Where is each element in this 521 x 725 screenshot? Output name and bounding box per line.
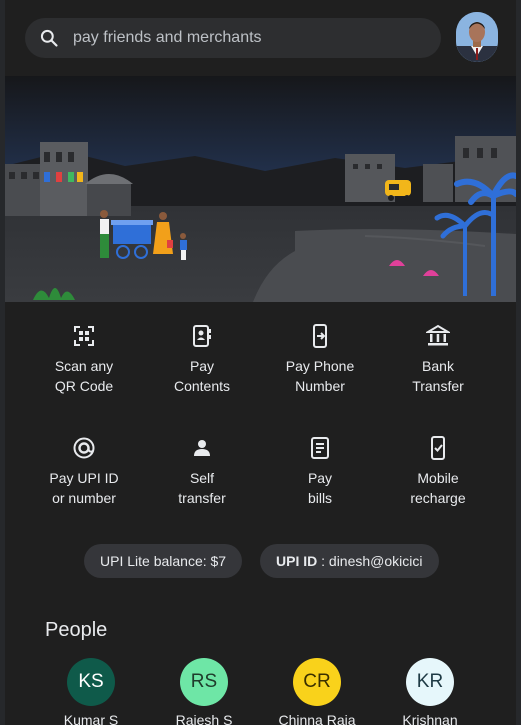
- qr-scan-icon: [74, 326, 94, 346]
- upi-lite-balance-text: UPI Lite balance: $7: [100, 553, 227, 569]
- upi-id-label: UPI ID: [276, 553, 318, 569]
- contact-name: Chinna Raja: [278, 712, 356, 725]
- action-label-line1: Pay: [189, 358, 215, 374]
- action-label-line2: Contents: [173, 378, 231, 394]
- mobile-recharge-icon: [431, 436, 445, 460]
- contact-name: Krishnan: [402, 712, 458, 725]
- hero-illustration: [5, 76, 516, 302]
- upi-at-icon: [73, 437, 95, 459]
- action-pay-upi-id[interactable]: Pay UPI ID or number: [25, 436, 143, 508]
- search-icon: [40, 29, 58, 47]
- upi-id-chip[interactable]: UPI ID : dinesh@okicici: [260, 544, 439, 578]
- contact-avatar: KR: [406, 658, 454, 706]
- action-label-line2: Number: [295, 378, 345, 394]
- search-placeholder: pay friends and merchants: [73, 29, 262, 46]
- contact-avatar: CR: [293, 658, 341, 706]
- contacts-book-icon: [193, 325, 211, 347]
- contact-name: Kumar S: [63, 712, 119, 725]
- action-label-line2: bills: [307, 490, 333, 506]
- person-contact[interactable]: CR Chinna Raja: [262, 658, 372, 725]
- contact-avatar: RS: [180, 658, 228, 706]
- app-frame: pay friends and merchants Scan any QR Co…: [5, 0, 516, 725]
- action-pay-bills[interactable]: Pay bills: [261, 436, 379, 508]
- person-contact[interactable]: RS Rajesh S: [149, 658, 259, 725]
- action-label-line2: QR Code: [54, 378, 114, 394]
- action-label-line2: or number: [52, 490, 116, 506]
- action-label-line1: Bank: [422, 358, 454, 374]
- action-label-line1: Pay UPI ID: [49, 470, 119, 486]
- action-label-line2: Transfer: [412, 378, 464, 394]
- person-contact[interactable]: KS Kumar S: [36, 658, 146, 725]
- contact-name: Rajesh S: [175, 712, 233, 725]
- top-bar: pay friends and merchants: [5, 0, 516, 76]
- action-scan-qr[interactable]: Scan any QR Code: [25, 324, 143, 396]
- search-bar[interactable]: pay friends and merchants: [25, 18, 441, 58]
- person-icon: [194, 440, 210, 456]
- person-contact[interactable]: KR Krishnan: [375, 658, 485, 725]
- contact-avatar: KS: [67, 658, 115, 706]
- profile-avatar[interactable]: [456, 12, 498, 62]
- action-label-line1: Scan any: [54, 358, 114, 374]
- upi-id-value: dinesh@okicici: [328, 553, 423, 569]
- action-self-transfer[interactable]: Self transfer: [143, 436, 261, 508]
- action-bank-transfer[interactable]: Bank Transfer: [379, 324, 497, 396]
- receipt-icon: [311, 437, 329, 459]
- action-label-line1: Pay Phone: [285, 358, 355, 374]
- action-label-line2: recharge: [410, 490, 466, 506]
- upi-lite-balance-chip[interactable]: UPI Lite balance: $7: [84, 544, 243, 578]
- action-label-line1: Self: [189, 470, 215, 486]
- phone-transfer-icon: [313, 324, 327, 348]
- people-section-title: People: [45, 619, 108, 641]
- action-label-line2: transfer: [178, 490, 226, 506]
- action-label-line1: Pay: [307, 470, 333, 486]
- action-label-line1: Mobile: [417, 470, 459, 486]
- upi-id-separator: :: [317, 553, 329, 569]
- action-pay-phone[interactable]: Pay Phone Number: [261, 324, 379, 396]
- bank-icon: [426, 324, 450, 346]
- action-mobile-recharge[interactable]: Mobile recharge: [379, 436, 497, 508]
- action-pay-contacts[interactable]: Pay Contents: [143, 324, 261, 396]
